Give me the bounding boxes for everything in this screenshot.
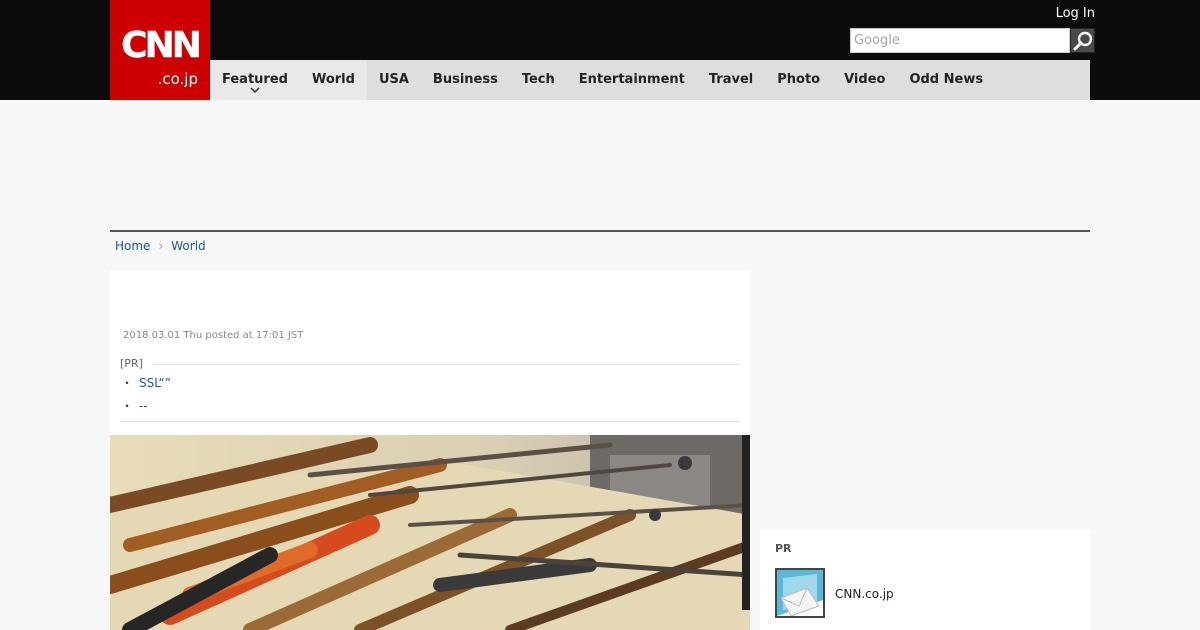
section-divider	[110, 230, 1090, 232]
ad-banner-area	[110, 100, 1090, 230]
pr-links-block: [PR] ・ SSL“” ・ --	[120, 357, 740, 422]
pr-link[interactable]: --	[139, 398, 148, 414]
pr-item-name[interactable]: CNN.co.jp	[835, 587, 894, 601]
nav-item-entertainment[interactable]: Entertainment	[567, 60, 697, 100]
pr-thumbnail[interactable]	[775, 568, 825, 618]
nav-item-label: Photo	[777, 72, 821, 87]
weapons-photo-image	[110, 435, 750, 630]
pr-divider	[120, 421, 740, 422]
cnn-logo[interactable]: CNN .co.jp	[110, 0, 210, 100]
logo-domain: .co.jp	[157, 70, 198, 88]
nav-item-label: Featured	[222, 72, 288, 87]
nav-item-label: Travel	[708, 72, 754, 87]
pr-list: ・ SSL“” ・ --	[120, 375, 740, 414]
pr-header: [PR]	[120, 357, 740, 371]
nav-item-world[interactable]: World	[299, 60, 367, 100]
nav-item-photo[interactable]: Photo	[765, 60, 832, 100]
article-posted-date: 2018.03.01 Thu posted at 17:01 JST	[123, 330, 304, 341]
bullet-icon: ・	[121, 376, 134, 390]
article-card: 2018.03.01 Thu posted at 17:01 JST [PR] …	[110, 270, 750, 630]
pr-link[interactable]: SSL“”	[139, 375, 171, 391]
list-item: ・ SSL“”	[120, 375, 740, 391]
bullet-icon: ・	[121, 399, 134, 413]
nav-item-travel[interactable]: Travel	[697, 60, 765, 100]
search-box	[850, 28, 1095, 53]
logo-text: CNN	[121, 25, 202, 66]
nav-item-label: Business	[432, 72, 498, 87]
nav-item-label: USA	[378, 72, 409, 87]
search-button[interactable]	[1070, 28, 1095, 53]
sidebar-pr-box: PR CNN.co.jp	[760, 530, 1090, 630]
breadcrumb: Home › World	[115, 238, 206, 254]
nav-item-video[interactable]: Video	[832, 60, 897, 100]
nav-item-usa[interactable]: USA	[367, 60, 421, 100]
breadcrumb-world[interactable]: World	[171, 238, 205, 254]
pr-label: [PR]	[120, 357, 143, 370]
article-photo	[110, 435, 750, 630]
nav-item-label: Entertainment	[578, 72, 685, 87]
login-link[interactable]: Log In	[1056, 6, 1095, 22]
search-icon	[1073, 31, 1093, 51]
breadcrumb-home[interactable]: Home	[115, 238, 150, 254]
list-item: ・ --	[120, 398, 740, 414]
search-input[interactable]	[850, 28, 1070, 53]
chevron-right-icon: ›	[158, 239, 164, 253]
nav-item-tech[interactable]: Tech	[510, 60, 567, 100]
nav-item-label: Odd News	[909, 72, 984, 87]
nav-item-featured[interactable]: Featured	[210, 60, 300, 100]
mail-app-icon	[777, 570, 823, 616]
main-nav: Featured World USA Business Tech Enterta…	[210, 60, 1090, 100]
pr-divider	[152, 363, 740, 365]
nav-item-label: World	[311, 72, 355, 87]
nav-item-label: Tech	[521, 72, 555, 87]
nav-item-label: Video	[844, 72, 886, 87]
chevron-down-icon	[250, 87, 260, 93]
sidebar-pr-title: PR	[775, 542, 792, 555]
nav-item-business[interactable]: Business	[421, 60, 510, 100]
nav-item-odd-news[interactable]: Odd News	[897, 60, 995, 100]
